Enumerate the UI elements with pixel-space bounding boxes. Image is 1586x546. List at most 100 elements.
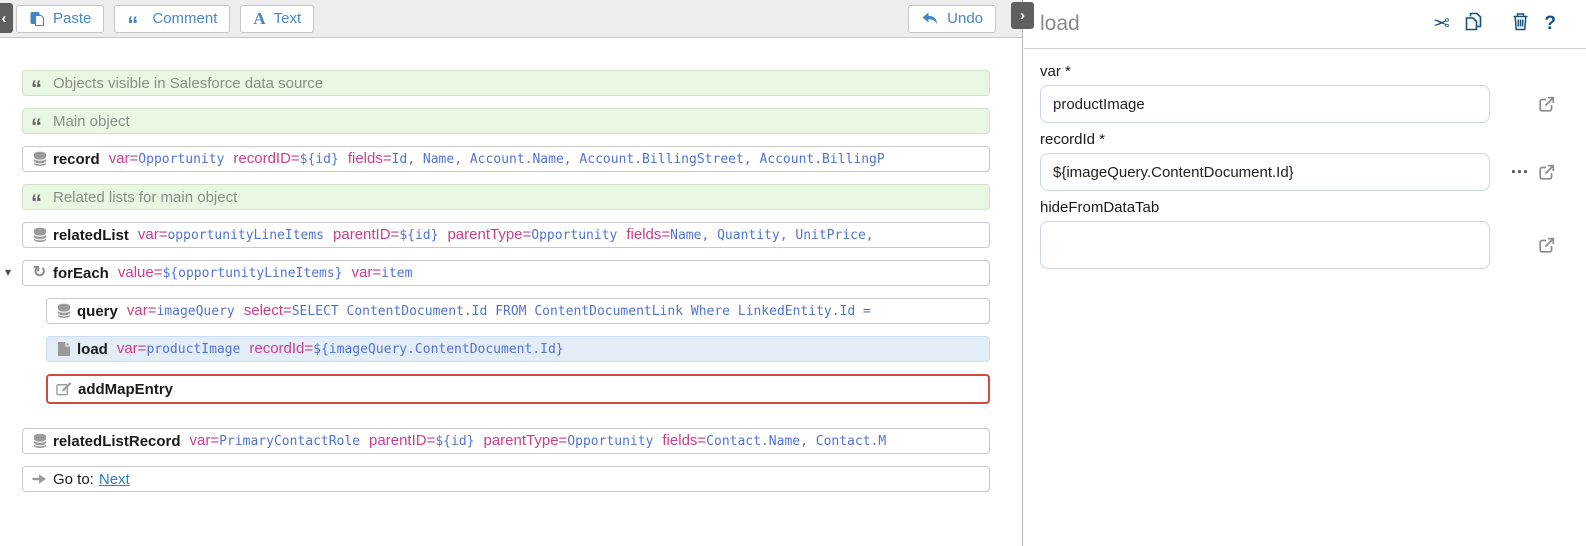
arrow-right-icon — [31, 471, 48, 487]
tag-row-line: loadvar=productImagerecordId=${imageQuer… — [46, 336, 990, 362]
undo-icon — [921, 11, 939, 27]
tag-row-line: relatedList var=opportunityLineItems paren… — [22, 222, 990, 248]
goto-row[interactable]: Go to: Next — [22, 466, 990, 492]
comment-button[interactable]: “ Comment — [114, 5, 230, 33]
database-icon — [31, 227, 48, 243]
tag-name: query — [77, 303, 118, 320]
inspector-title: load — [1040, 12, 1080, 36]
tag-attribute: recordID=${id} — [233, 150, 338, 168]
tag-name: addMapEntry — [78, 381, 173, 398]
comment-text: Objects visible in Salesforce data sourc… — [53, 75, 323, 92]
tag-row-line: addMapEntry — [46, 374, 990, 404]
external-link-icon[interactable] — [1537, 163, 1556, 182]
tag-row-line: query var=imageQuery select=SELECT Content… — [46, 298, 990, 324]
template-builder-app: ‹ Paste “ Comment A Text Undo — [0, 0, 1586, 546]
tag-attribute: fields=Contact.Name, Contact.M — [662, 432, 886, 450]
paste-icon — [29, 11, 45, 27]
text-icon: A — [253, 9, 265, 29]
comment-row[interactable]: “ Objects visible in Salesforce data sour… — [22, 70, 990, 96]
template-rows: “ Objects visible in Salesforce data sour… — [0, 38, 1022, 492]
field-label: hideFromDataTab — [1040, 199, 1556, 216]
row-forEach[interactable]: ↻forEachvalue=${opportunityLineItems}var… — [22, 260, 990, 286]
database-icon — [55, 303, 72, 319]
field-actions — [1498, 236, 1556, 255]
copy-icon[interactable] — [1464, 12, 1483, 31]
inspector-header: load ✂? — [1024, 0, 1586, 49]
tag-name: relatedList — [53, 227, 129, 244]
row-query[interactable]: query var=imageQuery select=SELECT Content… — [46, 298, 990, 324]
field-row: … — [1040, 153, 1556, 191]
comment-row-line: “ Main object — [22, 108, 990, 134]
tag-attribute: var=item — [352, 264, 413, 282]
tag-attribute: var=Opportunity — [109, 150, 225, 168]
comment-row[interactable]: “ Related lists for main object — [22, 184, 990, 210]
tag-row-line: recordvar=OpportunityrecordID=${id}field… — [22, 146, 990, 172]
tag-row-line: ▾↻forEachvalue=${opportunityLineItems}va… — [22, 260, 990, 286]
tag-name: relatedListRecord — [53, 433, 181, 450]
field-input-var[interactable] — [1040, 85, 1490, 123]
goto-next-link[interactable]: Next — [99, 471, 130, 488]
inspector-field: hideFromDataTab — [1040, 199, 1556, 269]
tag-attribute: var=opportunityLineItems — [138, 226, 324, 244]
chevron-left-icon[interactable]: ‹ — [0, 3, 13, 33]
database-icon — [31, 433, 48, 449]
comment-row[interactable]: “ Main object — [22, 108, 990, 134]
comment-icon: “ — [31, 189, 48, 205]
row-record[interactable]: recordvar=OpportunityrecordID=${id}field… — [22, 146, 990, 172]
undo-button-label: Undo — [947, 10, 983, 27]
page-icon — [55, 341, 72, 357]
row-relatedList[interactable]: relatedList var=opportunityLineItems paren… — [22, 222, 990, 248]
field-actions — [1498, 95, 1556, 114]
text-button[interactable]: A Text — [240, 5, 314, 33]
external-link-icon[interactable] — [1537, 95, 1556, 114]
tag-attribute: var=PrimaryContactRole — [190, 432, 361, 450]
row-load[interactable]: loadvar=productImagerecordId=${imageQuer… — [46, 336, 990, 362]
comment-text: Main object — [53, 113, 130, 130]
inspector-tools: ✂? — [1433, 12, 1556, 36]
paste-button[interactable]: Paste — [16, 5, 104, 33]
tag-name: forEach — [53, 265, 109, 282]
comment-button-label: Comment — [152, 10, 217, 27]
help-icon[interactable]: ? — [1544, 14, 1556, 33]
database-icon — [31, 151, 48, 167]
field-row — [1040, 85, 1556, 123]
goto-label: Go to: — [53, 471, 94, 488]
field-label: recordId * — [1040, 131, 1556, 148]
template-editor-panel: ‹ Paste “ Comment A Text Undo — [0, 0, 1023, 546]
loop-icon: ↻ — [31, 265, 48, 281]
cut-icon[interactable]: ✂ — [1433, 14, 1450, 34]
delete-icon[interactable] — [1512, 12, 1529, 31]
comment-row-line: “ Objects visible in Salesforce data sour… — [22, 70, 990, 96]
tag-name: record — [53, 151, 100, 168]
tag-attribute: var=imageQuery — [127, 302, 235, 320]
tag-name: load — [77, 341, 108, 358]
inspector-field: recordId * … — [1040, 131, 1556, 191]
edit-icon — [56, 381, 73, 397]
external-link-icon[interactable] — [1537, 236, 1556, 255]
undo-button[interactable]: Undo — [908, 5, 996, 33]
comment-text: Related lists for main object — [53, 189, 237, 206]
comment-row-line: “ Related lists for main object — [22, 184, 990, 210]
text-button-label: Text — [274, 10, 302, 27]
comment-icon: “ — [31, 75, 48, 91]
inspector-panel: load ✂? var * recordId * … hideFromDataTab — [1024, 0, 1586, 546]
paste-button-label: Paste — [53, 10, 91, 27]
goto-row-line: Go to: Next — [22, 466, 990, 492]
tag-attribute: parentID=${id} — [369, 432, 474, 450]
tag-attribute: parentType=Opportunity — [447, 226, 617, 244]
field-actions: … — [1498, 163, 1556, 182]
tag-attribute: select=SELECT ContentDocument.Id FROM Co… — [244, 302, 871, 320]
tag-attribute: fields=Name, Quantity, UnitPrice, — [626, 226, 873, 244]
tag-attribute: parentType=Opportunity — [483, 432, 653, 450]
inspector-fields: var * recordId * … hideFromDataTab — [1024, 49, 1586, 269]
collapse-caret-icon[interactable]: ▾ — [5, 266, 11, 278]
comment-icon: “ — [31, 113, 48, 129]
tag-attribute: recordId=${imageQuery.ContentDocument.Id… — [249, 340, 563, 358]
row-relatedListRecord[interactable]: relatedListRecord var=PrimaryContactRole p… — [22, 428, 990, 454]
editor-toolbar: ‹ Paste “ Comment A Text Undo — [0, 0, 1022, 38]
field-input-hidefromdatatab[interactable] — [1040, 221, 1490, 269]
chevron-right-icon[interactable]: › — [1011, 2, 1034, 29]
row-addMapEntry[interactable]: addMapEntry — [46, 374, 990, 404]
field-input-recordid[interactable] — [1040, 153, 1490, 191]
field-label: var * — [1040, 63, 1556, 80]
